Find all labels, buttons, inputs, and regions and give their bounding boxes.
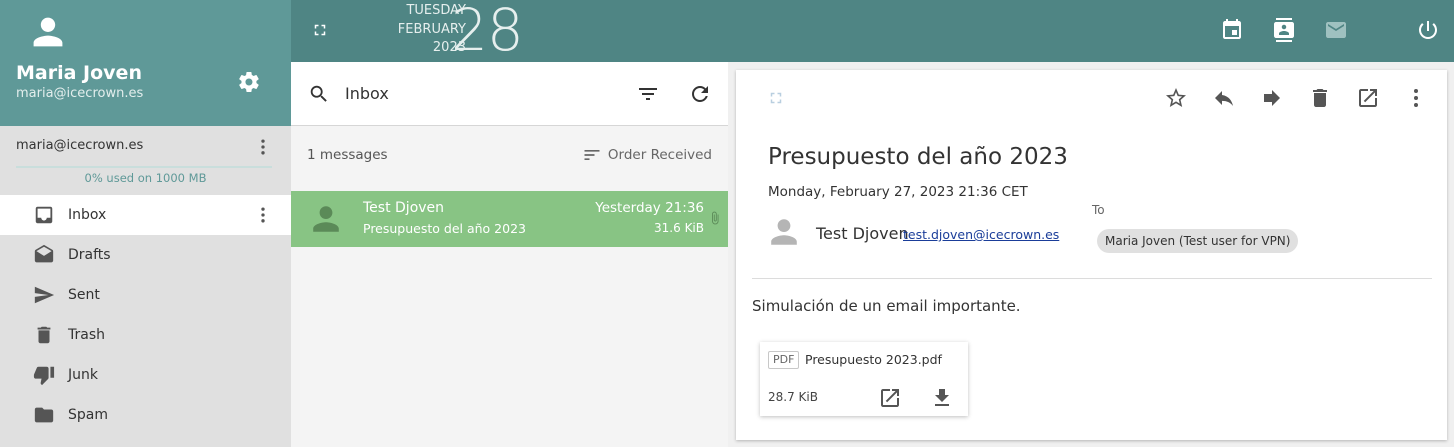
mail-icon[interactable] bbox=[1324, 18, 1348, 42]
calendar-icon[interactable] bbox=[1220, 18, 1244, 42]
folder-junk[interactable]: Junk bbox=[0, 355, 291, 395]
inbox-icon bbox=[33, 204, 55, 226]
drafts-icon bbox=[33, 244, 55, 266]
email-subject: Presupuesto del año 2023 bbox=[768, 144, 1068, 170]
date-day: 28 bbox=[451, 0, 524, 64]
sort-label: Order Received bbox=[607, 147, 712, 163]
sent-icon bbox=[33, 284, 55, 306]
message-subject: Presupuesto del año 2023 bbox=[363, 221, 526, 236]
folder-inbox[interactable]: Inbox bbox=[0, 195, 291, 235]
spam-icon bbox=[33, 404, 55, 426]
folder-label: Sent bbox=[68, 287, 100, 303]
list-header: Inbox bbox=[291, 62, 728, 126]
user-email: maria@icecrown.es bbox=[16, 86, 144, 101]
reading-pane: Presupuesto del año 2023 Monday, Februar… bbox=[736, 70, 1447, 440]
folder-label: Junk bbox=[68, 367, 98, 383]
contacts-icon[interactable] bbox=[1272, 18, 1296, 42]
user-avatar-icon bbox=[30, 14, 66, 50]
folder-label: Spam bbox=[68, 407, 108, 423]
folder-title: Inbox bbox=[345, 84, 389, 103]
folder-drafts[interactable]: Drafts bbox=[0, 235, 291, 275]
sort-button[interactable]: Order Received bbox=[582, 145, 712, 165]
open-in-new-icon[interactable] bbox=[1356, 86, 1380, 110]
email-date: Monday, February 27, 2023 21:36 CET bbox=[768, 184, 1028, 200]
message-sender: Test Djoven bbox=[363, 200, 445, 216]
trash-icon bbox=[33, 324, 55, 346]
message-size: 31.6 KiB bbox=[654, 221, 704, 235]
account-more-icon[interactable] bbox=[253, 137, 273, 157]
open-attachment-icon[interactable] bbox=[878, 386, 902, 410]
delete-icon[interactable] bbox=[1308, 86, 1332, 110]
folder-label: Drafts bbox=[68, 247, 111, 263]
folder-label: Inbox bbox=[68, 207, 107, 223]
filter-list-icon[interactable] bbox=[636, 82, 660, 106]
more-vert-icon[interactable] bbox=[1404, 86, 1428, 110]
account-row[interactable]: maria@icecrown.es 0% used on 1000 MB bbox=[0, 126, 291, 196]
message-list: Inbox 1 messages Order Received Test Djo… bbox=[291, 62, 728, 447]
account-row-email: maria@icecrown.es bbox=[16, 138, 144, 153]
top-bar: TUESDAY FEBRUARY 2023 28 bbox=[291, 0, 1454, 64]
sender-name: Test Djoven bbox=[816, 224, 909, 243]
search-icon[interactable] bbox=[308, 83, 330, 105]
folder-more-icon[interactable] bbox=[253, 205, 273, 225]
attachment-card[interactable]: PDF Presupuesto 2023.pdf 28.7 KiB bbox=[760, 342, 968, 416]
forward-icon[interactable] bbox=[1260, 86, 1284, 110]
date-weekday: TUESDAY bbox=[406, 3, 466, 18]
sender-avatar-icon bbox=[768, 216, 800, 248]
reply-icon[interactable] bbox=[1212, 86, 1236, 110]
message-row[interactable]: Test Djoven Presupuesto del año 2023 Yes… bbox=[291, 191, 728, 247]
attachment-name: Presupuesto 2023.pdf bbox=[805, 352, 942, 367]
quota-text: 0% used on 1000 MB bbox=[84, 171, 207, 185]
account-header: Maria Joven maria@icecrown.es bbox=[0, 0, 291, 126]
date-text: TUESDAY FEBRUARY 2023 bbox=[351, 2, 466, 58]
attachment-type-badge: PDF bbox=[768, 351, 800, 369]
folder-trash[interactable]: Trash bbox=[0, 315, 291, 355]
date-month: FEBRUARY bbox=[397, 21, 466, 37]
sender-avatar-icon bbox=[310, 203, 342, 235]
download-icon[interactable] bbox=[930, 386, 954, 410]
fullscreen-icon[interactable] bbox=[767, 89, 785, 107]
junk-icon bbox=[33, 364, 55, 386]
to-label: To bbox=[1092, 203, 1105, 217]
message-date: Yesterday 21:36 bbox=[595, 200, 704, 216]
attachment-size: 28.7 KiB bbox=[768, 390, 818, 404]
attachment-icon bbox=[708, 211, 722, 225]
sort-icon bbox=[582, 145, 602, 165]
date-year: 2023 bbox=[432, 40, 466, 55]
sender-email-link[interactable]: test.djoven@icecrown.es bbox=[903, 227, 1059, 242]
quota-bar bbox=[16, 166, 272, 168]
email-body: Simulación de un email importante. bbox=[752, 297, 1021, 315]
star-icon[interactable] bbox=[1164, 86, 1188, 110]
folder-spam[interactable]: Spam bbox=[0, 395, 291, 435]
power-icon[interactable] bbox=[1416, 18, 1440, 42]
folder-sent[interactable]: Sent bbox=[0, 275, 291, 315]
settings-gear-icon[interactable] bbox=[237, 70, 261, 94]
recipient-chip[interactable]: Maria Joven (Test user for VPN) bbox=[1097, 229, 1299, 253]
refresh-icon[interactable] bbox=[688, 82, 712, 106]
folder-label: Trash bbox=[68, 327, 105, 343]
header-divider bbox=[752, 278, 1432, 279]
fullscreen-icon[interactable] bbox=[311, 21, 329, 39]
user-name: Maria Joven bbox=[16, 62, 142, 84]
sidebar: Maria Joven maria@icecrown.es maria@icec… bbox=[0, 0, 291, 447]
message-count: 1 messages bbox=[307, 147, 388, 163]
